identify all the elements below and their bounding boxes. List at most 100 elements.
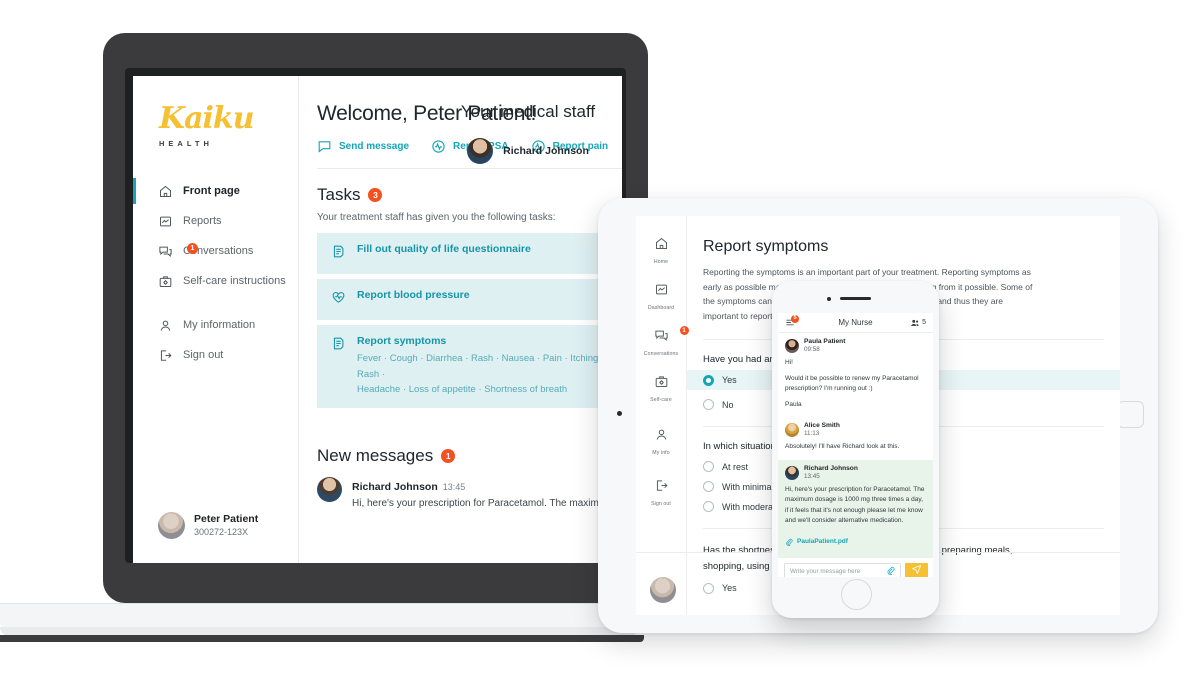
message-icon <box>317 139 332 154</box>
tablet-nav-sign-out[interactable]: Sign out <box>636 478 686 507</box>
task-body: Report symptoms Fever · Cough · Diarrhea… <box>357 335 608 398</box>
radio-icon[interactable] <box>703 399 714 411</box>
radio-icon[interactable] <box>703 481 714 493</box>
message-header: Richard Johnson 13:45 <box>785 465 926 481</box>
message-time: 09:58 <box>804 346 820 354</box>
sidebar-item-sign-out[interactable]: Sign out <box>133 340 298 370</box>
message-time: 13:45 <box>442 482 466 493</box>
laptop-base-top <box>0 603 638 629</box>
tablet-nav-dashboard[interactable]: Dashboard <box>636 282 686 311</box>
sidebar-label: My information <box>183 319 256 331</box>
desktop-main: Welcome, Peter Patient! Send message Rep… <box>299 76 622 563</box>
task-row[interactable]: Report blood pressure <box>317 279 622 320</box>
tablet-nav-label: Sign out <box>651 501 671 507</box>
tasks-heading: Tasks 3 <box>317 185 622 205</box>
user-info: Peter Patient 300272-123X <box>194 513 258 539</box>
phone-header: 5 My Nurse 5 <box>778 313 933 333</box>
app-logo: Kaiku HEALTH <box>133 76 298 149</box>
message-text: Hi, here's your prescription for Paracet… <box>785 485 925 525</box>
nav-divider-space <box>133 296 298 310</box>
sidebar-item-my-information[interactable]: My information <box>133 310 298 340</box>
message-time: 13:45 <box>804 473 820 480</box>
sidebar-user-profile[interactable]: Peter Patient 300272-123X <box>133 512 298 563</box>
sidebar-label: Self-care instructions <box>183 275 286 287</box>
tablet-camera <box>617 411 622 416</box>
sidebar-item-conversations[interactable]: 1 Conversations <box>133 236 298 266</box>
signout-icon <box>158 348 173 363</box>
message-attachment[interactable]: PaulaPatient.pdf <box>785 533 926 551</box>
avatar <box>467 138 494 164</box>
action-send-message[interactable]: Send message <box>317 139 409 154</box>
logo-wordmark: Kaiku <box>159 101 255 136</box>
document-icon <box>331 243 346 264</box>
avatar <box>650 577 676 603</box>
message-item[interactable]: Richard Johnson 13:45 Hi, here's your pre… <box>317 477 622 509</box>
message-input-placeholder: Write your message here <box>790 567 861 575</box>
task-name: Report symptoms <box>357 335 447 347</box>
paperclip-icon <box>785 533 793 551</box>
messages-heading: New messages 1 <box>317 446 622 466</box>
tablet-home-button[interactable] <box>1117 401 1144 428</box>
attachment-filename: PaulaPatient.pdf <box>797 538 848 546</box>
laptop-device: Kaiku HEALTH Front page Reports 1 Conver… <box>0 33 648 642</box>
logo-subtitle: HEALTH <box>159 139 213 148</box>
tablet-nav-conversations[interactable]: 1 Conversations <box>636 326 689 357</box>
tablet-nav-my-info[interactable]: My info <box>636 427 686 456</box>
message-sender: Alice Smith <box>804 422 840 430</box>
message-sender: Richard Johnson <box>804 464 858 472</box>
signout-icon <box>654 478 669 498</box>
messages-count-badge: 1 <box>441 449 456 464</box>
tablet-nav-home[interactable]: Home <box>636 236 686 265</box>
paperclip-icon[interactable] <box>886 562 895 577</box>
phone-home-button[interactable] <box>841 579 872 610</box>
message-meta: Richard Johnson 13:45 <box>352 477 599 495</box>
heart-icon <box>331 289 346 310</box>
conversations-badge: 1 <box>187 242 198 254</box>
participants-indicator[interactable]: 5 <box>910 318 926 328</box>
sidebar-item-front-page[interactable]: Front page <box>133 176 298 206</box>
unread-badge: 5 <box>791 315 799 323</box>
message-sender: Richard Johnson <box>352 481 438 494</box>
radio-icon[interactable] <box>703 374 714 386</box>
radio-icon[interactable] <box>703 461 714 473</box>
briefcase-icon <box>158 274 173 289</box>
avatar <box>317 477 342 503</box>
sidebar-item-self-care[interactable]: Self-care instructions <box>133 266 298 296</box>
laptop-screen: Kaiku HEALTH Front page Reports 1 Conver… <box>133 76 622 563</box>
option-label: At rest <box>722 461 749 472</box>
task-row[interactable]: Fill out quality of life questionnaire <box>317 233 622 274</box>
tablet-nav-label: Conversations <box>643 351 679 357</box>
staff-member[interactable]: Richard Johnson <box>432 138 622 164</box>
chat-message: Richard Johnson 13:45 Hi, here's your pr… <box>778 459 933 558</box>
medical-staff-section: Your medical staff Richard Johnson <box>432 102 622 164</box>
phone-device: 5 My Nurse 5 Paula Patient 09:58 Hi! Wou… <box>772 281 939 618</box>
phone-camera <box>827 297 831 301</box>
avatar <box>785 339 799 354</box>
tasks-subtitle: Your treatment staff has given you the f… <box>317 212 556 223</box>
radio-icon[interactable] <box>703 501 714 513</box>
home-icon <box>654 236 669 256</box>
send-button[interactable] <box>905 562 928 577</box>
message-text: Absolutely! I'll have Richard look at th… <box>785 443 900 451</box>
tablet-nav-self-care[interactable]: Self-care <box>636 374 686 403</box>
participants-count: 5 <box>922 319 926 326</box>
menu-icon[interactable]: 5 <box>785 315 799 328</box>
message-time: 11:13 <box>804 430 820 438</box>
message-text: Hi! <box>785 359 793 367</box>
tablet-nav-label: Self-care <box>650 397 672 403</box>
sidebar-label: Sign out <box>183 349 224 361</box>
desktop-sidebar: Kaiku HEALTH Front page Reports 1 Conver… <box>133 76 299 563</box>
message-input[interactable]: Write your message here <box>784 562 901 577</box>
tablet-user-avatar[interactable] <box>650 577 676 603</box>
sidebar-label: Front page <box>183 185 240 197</box>
sidebar-item-reports[interactable]: Reports <box>133 206 298 236</box>
desktop-nav: Front page Reports 1 Conversations Self-… <box>133 176 298 370</box>
chat-message: Alice Smith 11:13 Absolutely! I'll have … <box>778 417 933 460</box>
section-title: Your medical staff <box>460 102 596 121</box>
chat-icon: 1 <box>654 326 689 348</box>
user-id: 300272-123X <box>194 527 249 538</box>
chat-message: Paula Patient 09:58 Hi! Would it be poss… <box>778 333 933 418</box>
sender-block: Richard Johnson 13:45 <box>804 465 858 481</box>
task-row[interactable]: Report symptoms Fever · Cough · Diarrhea… <box>317 325 622 409</box>
phone-screen: 5 My Nurse 5 Paula Patient 09:58 Hi! Wou… <box>778 313 933 577</box>
